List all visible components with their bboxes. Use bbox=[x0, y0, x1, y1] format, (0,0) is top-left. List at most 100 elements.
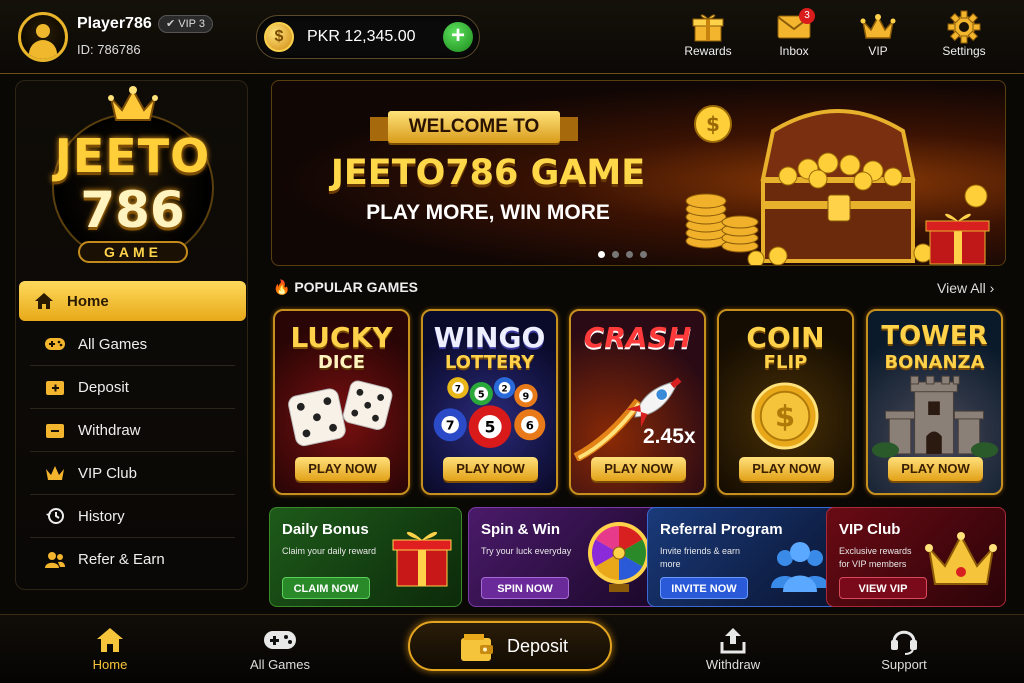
gamepad-icon bbox=[230, 625, 330, 655]
game-title: WINGO bbox=[433, 321, 546, 354]
view-vip-button[interactable]: VIEW VIP bbox=[839, 577, 927, 599]
promo-description: Try your luck everyday bbox=[481, 546, 572, 556]
logo-crown-icon bbox=[108, 86, 158, 121]
home-icon bbox=[33, 291, 55, 311]
bottom-nav-label: Home bbox=[92, 657, 128, 672]
play-now-button[interactable]: PLAY NOW bbox=[591, 457, 686, 481]
play-now-button[interactable]: PLAY NOW bbox=[295, 457, 390, 481]
coin-icon: $ bbox=[751, 382, 819, 450]
deposit-label: Deposit bbox=[507, 636, 569, 656]
bottom-nav-support[interactable]: Support bbox=[854, 625, 954, 672]
bottom-nav-all-games[interactable]: All Games bbox=[230, 625, 330, 672]
carousel-dots bbox=[598, 251, 647, 258]
game-card-tower-bonanza[interactable]: TOWER BONANZA PLAY NOW bbox=[866, 309, 1003, 495]
vip-button[interactable]: VIP bbox=[843, 10, 913, 66]
promo-title: Spin & Win bbox=[481, 521, 561, 538]
view-all-link[interactable]: View All › bbox=[937, 280, 994, 296]
play-now-button[interactable]: PLAY NOW bbox=[888, 457, 983, 481]
player-id: ID: 786786 bbox=[77, 42, 141, 57]
ball-number: 9 bbox=[523, 391, 530, 402]
game-subtitle: DICE bbox=[317, 352, 366, 373]
bottom-nav-home[interactable]: Home bbox=[60, 625, 160, 672]
banner-subtitle: PLAY MORE, WIN MORE bbox=[366, 201, 610, 224]
promo-vip-club[interactable]: VIP Club Exclusive rewards for VIP membe… bbox=[826, 507, 1006, 607]
ball-number: 5 bbox=[485, 419, 496, 437]
ball-number: 6 bbox=[526, 419, 534, 433]
add-funds-button[interactable]: + bbox=[443, 22, 473, 52]
coin-icon: $ bbox=[264, 22, 294, 52]
game-card-coin-flip[interactable]: COIN FLIP $ PLAY NOW bbox=[717, 309, 854, 495]
sidebar-item-refer-earn[interactable]: Refer & Earn bbox=[30, 538, 235, 581]
promo-description: Invite friends & earn more bbox=[660, 546, 741, 569]
claim-now-button[interactable]: CLAIM NOW bbox=[282, 577, 370, 599]
rewards-button[interactable]: Rewards bbox=[673, 10, 743, 66]
player-name: Player786 bbox=[77, 15, 152, 32]
sidebar-item-deposit[interactable]: Deposit bbox=[30, 366, 235, 409]
inbox-label: Inbox bbox=[779, 44, 809, 58]
bottom-nav-withdraw[interactable]: Withdraw bbox=[683, 625, 783, 672]
promo-spin-win[interactable]: Spin & Win Try your luck everyday SPIN N… bbox=[468, 507, 661, 607]
sidebar-item-home[interactable]: Home bbox=[19, 281, 246, 321]
inbox-button[interactable]: 3 Inbox bbox=[759, 8, 829, 66]
banner-title: JEETO786 GAME bbox=[330, 153, 646, 193]
sidebar-menu: Home All Games Deposit Withdraw VIP Club… bbox=[16, 281, 249, 581]
welcome-banner[interactable]: WELCOME TO JEETO786 GAME PLAY MORE, WIN … bbox=[271, 80, 1006, 266]
sidebar-item-vip-club[interactable]: VIP Club bbox=[30, 452, 235, 495]
promo-daily-bonus[interactable]: Daily Bonus Claim your daily reward CLAI… bbox=[269, 507, 462, 607]
upload-icon bbox=[683, 625, 783, 655]
crown-icon bbox=[44, 463, 66, 483]
game-subtitle: LOTTERY bbox=[444, 352, 535, 373]
bottom-nav-deposit-button[interactable]: Deposit bbox=[408, 621, 612, 671]
game-card-lucky-dice[interactable]: LUCKY DICE PLAY NOW bbox=[273, 309, 410, 495]
carousel-dot[interactable] bbox=[612, 251, 619, 258]
spin-now-button[interactable]: SPIN NOW bbox=[481, 577, 569, 599]
spin-wheel-icon bbox=[588, 522, 650, 592]
rewards-label: Rewards bbox=[684, 44, 732, 58]
sidebar-item-history[interactable]: History bbox=[30, 495, 235, 538]
game-card-wingo-lottery[interactable]: WINGO LOTTERY 7 5 2 9 7 5 6 PLAY NOW bbox=[421, 309, 558, 495]
chevron-right-icon: › bbox=[989, 280, 995, 296]
avatar[interactable] bbox=[18, 12, 68, 62]
vip-badge: ✔ VIP 3 bbox=[158, 15, 213, 33]
sidebar-item-label: Home bbox=[67, 292, 109, 310]
vip-badge-label: VIP 3 bbox=[178, 18, 205, 30]
home-icon bbox=[60, 625, 160, 655]
history-icon bbox=[44, 506, 66, 526]
headset-icon bbox=[854, 625, 954, 655]
promo-title: VIP Club bbox=[839, 521, 901, 538]
promo-title: Daily Bonus bbox=[282, 521, 369, 538]
wallet-plus-icon bbox=[44, 377, 66, 397]
view-all-label: View All bbox=[937, 280, 986, 296]
settings-button[interactable]: Settings bbox=[929, 10, 999, 66]
flame-icon: 🔥 bbox=[273, 279, 291, 295]
play-now-button[interactable]: PLAY NOW bbox=[739, 457, 834, 481]
bottom-nav-label: All Games bbox=[250, 657, 310, 672]
carousel-dot[interactable] bbox=[626, 251, 633, 258]
sidebar-item-all-games[interactable]: All Games bbox=[30, 323, 235, 366]
sidebar-item-label: VIP Club bbox=[78, 464, 137, 482]
carousel-dot[interactable] bbox=[640, 251, 647, 258]
wallet-icon bbox=[461, 634, 493, 661]
gamepad-icon bbox=[44, 334, 66, 354]
sidebar: JEETO 786 GAME Home All Games Deposit Wi… bbox=[15, 80, 248, 590]
promo-description: Exclusive rewards for VIP members bbox=[839, 546, 912, 569]
sidebar-item-withdraw[interactable]: Withdraw bbox=[30, 409, 235, 452]
popular-games-heading: 🔥 POPULAR GAMES bbox=[273, 279, 418, 296]
game-subtitle: FLIP bbox=[763, 352, 808, 373]
bottom-nav-label: Support bbox=[881, 657, 927, 672]
game-card-crash[interactable]: CRASH 2.45x PLAY NOW bbox=[569, 309, 706, 495]
promo-description: Claim your daily reward bbox=[282, 546, 377, 556]
ball-number: 2 bbox=[502, 385, 508, 395]
bottom-nav-label: Withdraw bbox=[705, 657, 761, 672]
promo-referral-program[interactable]: Referral Program Invite friends & earn m… bbox=[647, 507, 840, 607]
logo-number: 786 bbox=[80, 181, 185, 239]
invite-now-button[interactable]: INVITE NOW bbox=[660, 577, 748, 599]
carousel-dot[interactable] bbox=[598, 251, 605, 258]
dice-icon bbox=[288, 380, 393, 447]
mail-icon bbox=[759, 10, 829, 44]
play-now-button[interactable]: PLAY NOW bbox=[443, 457, 538, 481]
ball-number: 5 bbox=[478, 390, 485, 401]
users-icon bbox=[44, 550, 66, 570]
promo-title: Referral Program bbox=[660, 521, 783, 538]
svg-text:$: $ bbox=[775, 400, 795, 434]
